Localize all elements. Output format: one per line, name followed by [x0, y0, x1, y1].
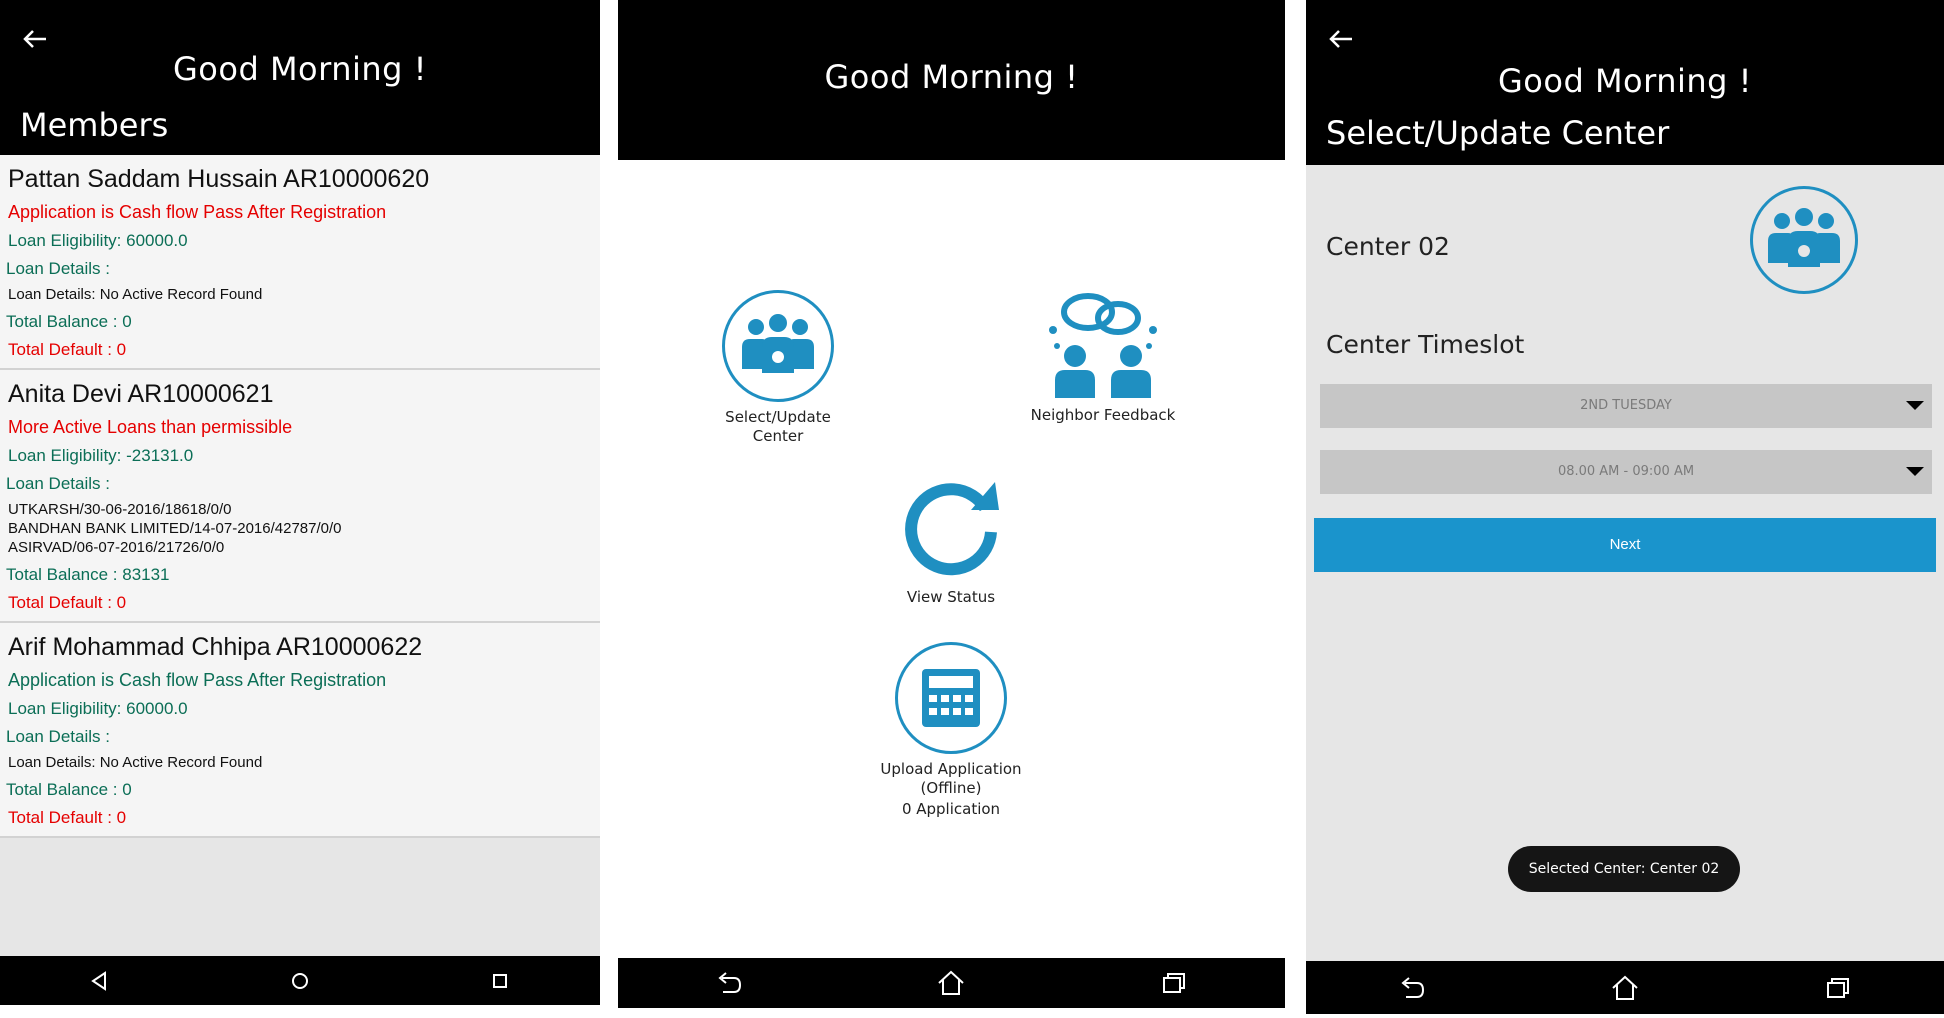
dashboard-header: Good Morning ! — [618, 0, 1285, 160]
group-people-icon — [1750, 186, 1858, 294]
member-loan-eligibility: Loan Eligibility: 60000.0 — [8, 699, 188, 718]
center-timeslot-label: Center Timeslot — [1326, 330, 1525, 359]
loan-details-label: Loan Details : — [6, 727, 110, 746]
circle-home-icon — [292, 972, 308, 989]
select-update-center-button[interactable]: Select/Update Center — [708, 290, 848, 446]
upload-label-line1: Upload Application — [880, 760, 1022, 778]
day-select[interactable]: 2ND TUESDAY — [1320, 384, 1932, 428]
loan-details-label: Loan Details : — [6, 259, 110, 278]
dashboard-screen: Good Morning ! Select/Update Center Neig… — [618, 0, 1285, 1008]
member-list: Pattan Saddam Hussain AR10000620 Applica… — [0, 155, 600, 838]
greeting-title: Good Morning ! — [1498, 62, 1752, 100]
system-nav-bar — [0, 956, 600, 1005]
loan-details-label: Loan Details : — [6, 474, 110, 493]
house-home-icon — [938, 970, 965, 995]
nav-home-button[interactable] — [1601, 964, 1649, 1012]
refresh-icon — [895, 470, 1007, 582]
time-select-value: 08.00 AM - 09:00 AM — [1557, 464, 1695, 479]
nav-recents-button[interactable] — [1814, 964, 1862, 1012]
members-header: Good Morning ! Members — [0, 0, 600, 155]
member-total-default: Total Default : 0 — [8, 808, 127, 827]
neighbor-feedback-button[interactable]: Neighbor Feedback — [1028, 288, 1178, 425]
loan-details-text: UTKARSH/30-06-2016/18618/0/0 BANDHAN BAN… — [0, 500, 600, 557]
member-total-default: Total Default : 0 — [8, 340, 127, 359]
system-nav-bar — [1306, 961, 1944, 1014]
member-name: Pattan Saddam Hussain AR10000620 — [8, 165, 430, 193]
loan-details-text: Loan Details: No Active Record Found — [0, 285, 600, 304]
triangle-back-icon — [91, 970, 106, 991]
member-total-balance: Total Balance : 83131 — [6, 565, 170, 584]
view-status-label: View Status — [906, 588, 996, 606]
member-list-item[interactable]: Arif Mohammad Chhipa AR10000622 Applicat… — [0, 623, 600, 838]
nav-back-button[interactable] — [76, 957, 124, 1005]
select-center-screen: Good Morning ! Select/Update Center Cent… — [1306, 0, 1944, 1014]
member-status: Application is Cash flow Pass After Regi… — [8, 670, 387, 690]
nav-recents-button[interactable] — [1150, 959, 1198, 1007]
back-arrow-icon[interactable] — [1326, 24, 1356, 54]
member-name: Arif Mohammad Chhipa AR10000622 — [8, 633, 423, 661]
stacked-windows-icon — [1162, 973, 1185, 993]
loan-detail-line: Loan Details: No Active Record Found — [8, 754, 263, 771]
stacked-windows-icon — [1826, 977, 1849, 998]
nav-home-button[interactable] — [276, 957, 324, 1005]
page-title: Select/Update Center — [1326, 114, 1670, 152]
loan-details-text: Loan Details: No Active Record Found — [0, 753, 600, 772]
next-button[interactable]: Next — [1314, 518, 1936, 572]
member-name: Anita Devi AR10000621 — [8, 380, 274, 408]
nav-back-button[interactable] — [705, 959, 753, 1007]
neighbor-feedback-label: Neighbor Feedback — [1030, 406, 1176, 424]
view-status-button[interactable]: View Status — [876, 470, 1026, 607]
member-loan-eligibility: Loan Eligibility: 60000.0 — [8, 231, 188, 250]
back-curve-icon — [1401, 976, 1425, 998]
time-select[interactable]: 08.00 AM - 09:00 AM — [1320, 450, 1932, 494]
member-list-item[interactable]: Pattan Saddam Hussain AR10000620 Applica… — [0, 155, 600, 370]
loan-detail-line: UTKARSH/30-06-2016/18618/0/0 — [8, 501, 232, 518]
member-status: Application is Cash flow Pass After Regi… — [8, 202, 387, 222]
system-nav-bar — [618, 958, 1285, 1008]
page-title: Members — [20, 106, 169, 144]
upload-label-line2: (Offline) — [920, 779, 982, 797]
loan-detail-line: ASIRVAD/06-07-2016/21726/0/0 — [8, 539, 225, 556]
member-total-default: Total Default : 0 — [8, 593, 127, 612]
loan-detail-line: Loan Details: No Active Record Found — [8, 286, 263, 303]
neighbor-feedback-icon — [1043, 288, 1163, 400]
nav-back-button[interactable] — [1388, 964, 1436, 1012]
back-curve-icon — [718, 972, 742, 993]
day-select-value: 2ND TUESDAY — [1580, 398, 1672, 413]
group-people-icon — [722, 290, 834, 402]
loan-detail-line: BANDHAN BANK LIMITED/14-07-2016/42787/0/… — [8, 520, 342, 537]
square-recents-icon — [493, 973, 507, 988]
member-status: More Active Loans than permissible — [8, 417, 293, 437]
upload-application-button[interactable]: Upload Application (Offline) 0 Applicati… — [866, 642, 1036, 819]
center-name: Center 02 — [1326, 232, 1450, 261]
select-center-header: Good Morning ! Select/Update Center — [1306, 0, 1944, 165]
nav-home-button[interactable] — [927, 959, 975, 1007]
member-total-balance: Total Balance : 0 — [6, 312, 132, 331]
member-list-item[interactable]: Anita Devi AR10000621 More Active Loans … — [0, 370, 600, 623]
greeting-title: Good Morning ! — [173, 50, 427, 88]
house-home-icon — [1612, 975, 1638, 1000]
dropdown-caret-icon — [1906, 467, 1924, 476]
dropdown-caret-icon — [1906, 401, 1924, 410]
select-center-label-line1: Select/Update — [725, 408, 831, 426]
greeting-title: Good Morning ! — [824, 58, 1079, 96]
member-total-balance: Total Balance : 0 — [6, 780, 132, 799]
upload-count-label: 0 Application — [901, 800, 1001, 818]
calculator-icon — [895, 642, 1007, 754]
select-center-label-line2: Center — [752, 427, 804, 445]
nav-recents-button[interactable] — [476, 957, 524, 1005]
toast-message: Selected Center: Center 02 — [1508, 846, 1740, 892]
member-loan-eligibility: Loan Eligibility: -23131.0 — [8, 446, 194, 465]
members-screen: Good Morning ! Members Pattan Saddam Hus… — [0, 0, 600, 1005]
